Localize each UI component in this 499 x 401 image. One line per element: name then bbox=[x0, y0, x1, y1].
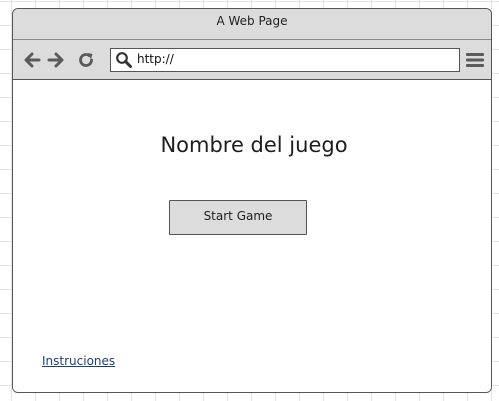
search-icon bbox=[116, 52, 132, 68]
instructions-link[interactable]: Instruciones bbox=[42, 354, 115, 368]
address-bar[interactable]: http:// bbox=[110, 48, 460, 72]
hamburger-menu-icon[interactable] bbox=[466, 52, 484, 68]
page-content: Nombre del juego Start Game Instruciones bbox=[13, 81, 491, 392]
window-title: A Web Page bbox=[216, 14, 288, 28]
browser-toolbar: http:// bbox=[13, 40, 491, 80]
game-title: Nombre del juego bbox=[160, 133, 348, 157]
arrow-right-icon[interactable] bbox=[47, 51, 65, 69]
browser-window: A Web Page http:// Nombre del juego Star… bbox=[12, 8, 492, 393]
refresh-icon[interactable] bbox=[77, 51, 95, 69]
address-input[interactable]: http:// bbox=[137, 52, 174, 66]
arrow-left-icon[interactable] bbox=[23, 51, 41, 69]
window-titlebar: A Web Page bbox=[13, 9, 491, 40]
start-game-button[interactable]: Start Game bbox=[169, 200, 307, 235]
